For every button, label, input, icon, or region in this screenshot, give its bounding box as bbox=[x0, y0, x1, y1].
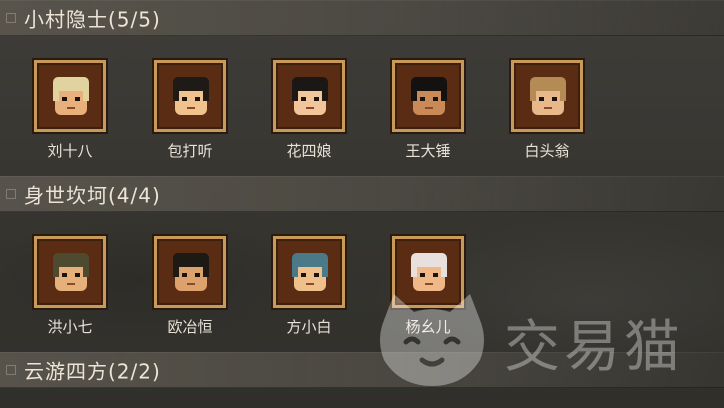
character-card[interactable]: 白头翁 bbox=[497, 60, 597, 170]
character-name: 杨幺儿 bbox=[405, 318, 451, 336]
section-header-hardship[interactable]: 身世坎坷(4/4) bbox=[0, 176, 724, 212]
blue-cap-portrait-icon bbox=[292, 253, 328, 291]
character-portrait[interactable] bbox=[154, 236, 226, 308]
character-name: 包打听 bbox=[167, 142, 213, 160]
character-portrait[interactable] bbox=[392, 236, 464, 308]
bandana-portrait-icon bbox=[411, 253, 447, 291]
character-card[interactable]: 洪小七 bbox=[20, 236, 120, 346]
old-man-straw-hat-portrait-icon bbox=[530, 77, 566, 115]
blacksmith-portrait-icon bbox=[173, 253, 209, 291]
character-card[interactable]: 刘十八 bbox=[20, 60, 120, 170]
character-card[interactable]: 欧冶恒 bbox=[140, 236, 240, 346]
section-marker-icon bbox=[6, 13, 16, 23]
section-marker-icon bbox=[6, 189, 16, 199]
character-name: 欧冶恒 bbox=[167, 318, 213, 336]
character-card[interactable]: 方小白 bbox=[259, 236, 359, 346]
character-portrait[interactable] bbox=[273, 236, 345, 308]
section-title: 云游四方(2/2) bbox=[24, 359, 161, 384]
character-card[interactable]: 花四娘 bbox=[259, 60, 359, 170]
character-name: 刘十八 bbox=[47, 142, 93, 160]
character-name: 王大锤 bbox=[405, 142, 451, 160]
section-title: 身世坎坷(4/4) bbox=[24, 183, 161, 208]
character-portrait[interactable] bbox=[273, 60, 345, 132]
headband-man-portrait-icon bbox=[411, 77, 447, 115]
section-marker-icon bbox=[6, 365, 16, 375]
character-name: 白头翁 bbox=[524, 142, 570, 160]
character-card[interactable]: 包打听 bbox=[140, 60, 240, 170]
character-name: 方小白 bbox=[286, 318, 332, 336]
character-portrait[interactable] bbox=[34, 236, 106, 308]
beggar-hat-portrait-icon bbox=[53, 253, 89, 291]
character-name: 洪小七 bbox=[47, 318, 93, 336]
section-header-hermits[interactable]: 小村隐士(5/5) bbox=[0, 0, 724, 36]
character-card[interactable]: 杨幺儿 bbox=[378, 236, 478, 346]
character-name: 花四娘 bbox=[286, 142, 332, 160]
section-header-wanderers[interactable]: 云游四方(2/2) bbox=[0, 352, 724, 388]
topknot-man-portrait-icon bbox=[173, 77, 209, 115]
character-card[interactable]: 王大锤 bbox=[378, 60, 478, 170]
character-portrait[interactable] bbox=[392, 60, 464, 132]
section-title: 小村隐士(5/5) bbox=[24, 7, 161, 32]
woman-portrait-icon bbox=[292, 77, 328, 115]
tiger-hat-portrait-icon bbox=[53, 77, 89, 115]
character-portrait[interactable] bbox=[511, 60, 583, 132]
character-portrait[interactable] bbox=[154, 60, 226, 132]
character-portrait[interactable] bbox=[34, 60, 106, 132]
